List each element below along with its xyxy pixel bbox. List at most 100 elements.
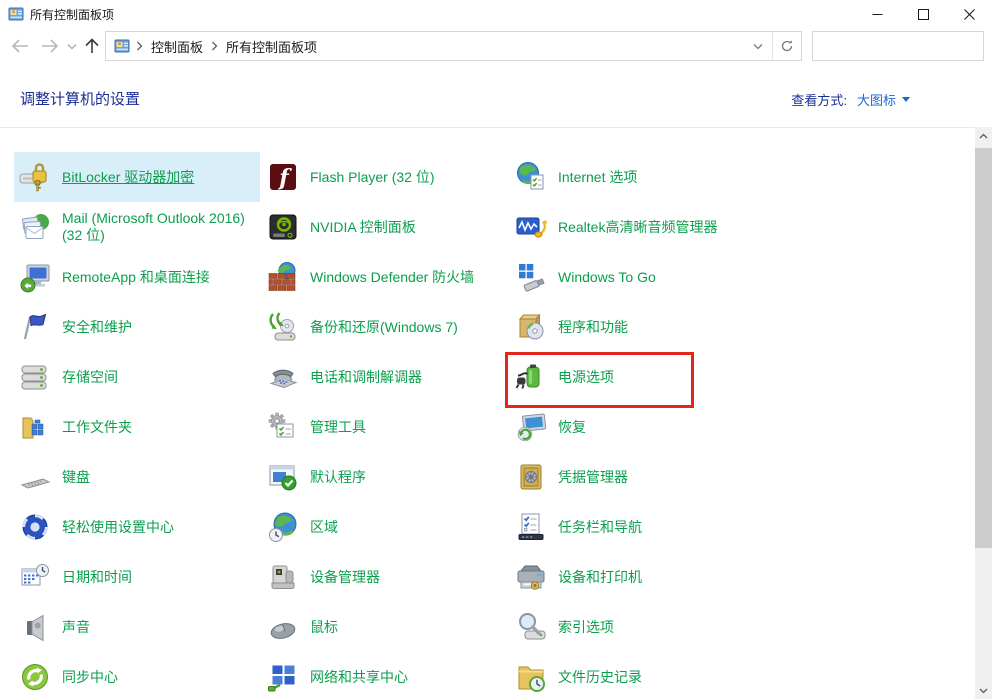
window-title: 所有控制面板项 (30, 6, 114, 23)
control-panel-item[interactable]: BitLocker 驱动器加密 (14, 152, 260, 202)
control-panel-item[interactable]: 同步中心 (14, 652, 260, 699)
control-panel-item[interactable]: 电源选项 (510, 352, 756, 402)
control-panel-item[interactable]: 设备管理器 (262, 552, 508, 602)
nvidia-icon (267, 211, 299, 243)
control-panel-item[interactable]: Mail (Microsoft Outlook 2016) (32 位) (14, 202, 260, 252)
control-panel-item[interactable]: 恢复 (510, 402, 756, 452)
item-label: 安全和维护 (62, 319, 132, 336)
file-history-icon (515, 661, 547, 693)
realtek-audio-icon (515, 211, 547, 243)
item-label: NVIDIA 控制面板 (310, 219, 416, 236)
scrollbar-up-icon[interactable] (975, 127, 992, 144)
item-label: 设备管理器 (310, 569, 380, 586)
control-panel-item[interactable]: 工作文件夹 (14, 402, 260, 452)
mouse-icon (267, 611, 299, 643)
control-panel-item[interactable]: 文件历史记录 (510, 652, 756, 699)
control-panel-item[interactable]: 网络和共享中心 (262, 652, 508, 699)
control-panel-item[interactable]: 程序和功能 (510, 302, 756, 352)
phone-modem-icon (267, 361, 299, 393)
flash-player-icon: f (267, 161, 299, 193)
view-by-value[interactable]: 大图标 (857, 90, 896, 109)
sound-speaker-icon (19, 611, 51, 643)
control-panel-breadcrumb-icon (114, 38, 130, 54)
item-label: Mail (Microsoft Outlook 2016) (32 位) (62, 210, 260, 244)
control-panel-item[interactable]: 默认程序 (262, 452, 508, 502)
date-time-icon (19, 561, 51, 593)
control-panel-item[interactable]: Windows Defender 防火墙 (262, 252, 508, 302)
scrollbar-thumb[interactable] (975, 148, 992, 548)
address-bar[interactable]: 控制面板 所有控制面板项 (105, 31, 802, 61)
programs-features-icon (515, 311, 547, 343)
ease-of-access-icon (19, 511, 51, 543)
item-label: BitLocker 驱动器加密 (62, 169, 194, 186)
items-column: Internet 选项 Realtek高清晰音频管理器 Windows To Go 程… (510, 152, 756, 699)
control-panel-item[interactable]: 区域 (262, 502, 508, 552)
recovery-icon (515, 411, 547, 443)
search-input[interactable] (819, 33, 992, 59)
breadcrumb-all-items[interactable]: 所有控制面板项 (224, 37, 319, 56)
item-label: 文件历史记录 (558, 669, 642, 686)
control-panel-item[interactable]: NVIDIA 控制面板 (262, 202, 508, 252)
control-panel-item[interactable]: 轻松使用设置中心 (14, 502, 260, 552)
item-label: 设备和打印机 (558, 569, 642, 586)
control-panel-item[interactable]: RemoteApp 和桌面连接 (14, 252, 260, 302)
item-label: 备份和还原(Windows 7) (310, 319, 458, 336)
control-panel-item[interactable]: 存储空间 (14, 352, 260, 402)
item-label: Flash Player (32 位) (310, 169, 434, 186)
work-folders-icon (19, 411, 51, 443)
view-by-control: 查看方式: 大图标 (791, 90, 910, 109)
control-panel-item[interactable]: 备份和还原(Windows 7) (262, 302, 508, 352)
item-label: 电源选项 (558, 369, 614, 386)
search-box[interactable] (812, 31, 984, 61)
control-panel-item[interactable]: 鼠标 (262, 602, 508, 652)
power-options-icon (515, 361, 547, 393)
item-label: Windows To Go (558, 269, 656, 286)
refresh-icon[interactable] (773, 32, 801, 60)
scrollbar-down-icon[interactable] (975, 682, 992, 699)
control-panel-item[interactable]: 声音 (14, 602, 260, 652)
indexing-options-icon (515, 611, 547, 643)
item-label: 区域 (310, 519, 338, 536)
control-panel-item[interactable]: 管理工具 (262, 402, 508, 452)
control-panel-item[interactable]: Windows To Go (510, 252, 756, 302)
item-label: 任务栏和导航 (558, 519, 642, 536)
bitlocker-drive-lock-icon (19, 161, 51, 193)
item-label: 凭据管理器 (558, 469, 628, 486)
back-button[interactable] (6, 28, 34, 64)
control-panel-item[interactable]: 电话和调制解调器 (262, 352, 508, 402)
windows-defender-firewall-icon (267, 261, 299, 293)
close-button[interactable] (946, 0, 992, 28)
recent-pages-chevron-icon[interactable] (62, 28, 82, 64)
view-by-dropdown-triangle-icon[interactable] (902, 97, 910, 102)
item-label: 电话和调制解调器 (310, 369, 422, 386)
control-panel-item[interactable]: 设备和打印机 (510, 552, 756, 602)
chevron-right-icon (136, 41, 143, 51)
storage-spaces-icon (19, 361, 51, 393)
view-by-label: 查看方式: (791, 90, 847, 109)
control-panel-item[interactable]: Realtek高清晰音频管理器 (510, 202, 756, 252)
control-panel-item[interactable]: 日期和时间 (14, 552, 260, 602)
item-label: 工作文件夹 (62, 419, 132, 436)
control-panel-item[interactable]: f Flash Player (32 位) (262, 152, 508, 202)
control-panel-item[interactable]: 索引选项 (510, 602, 756, 652)
security-maintenance-flag-icon (19, 311, 51, 343)
control-panel-item[interactable]: 任务栏和导航 (510, 502, 756, 552)
devices-printers-icon (515, 561, 547, 593)
control-panel-app-icon (8, 6, 24, 22)
item-label: Realtek高清晰音频管理器 (558, 219, 717, 236)
item-label: 管理工具 (310, 419, 366, 436)
windows-to-go-icon (515, 261, 547, 293)
control-panel-item[interactable]: 安全和维护 (14, 302, 260, 352)
region-globe-clock-icon (267, 511, 299, 543)
control-panel-item[interactable]: 凭据管理器 (510, 452, 756, 502)
breadcrumb-control-panel[interactable]: 控制面板 (149, 37, 205, 56)
maximize-button[interactable] (900, 0, 946, 28)
forward-button[interactable] (36, 28, 64, 64)
address-dropdown-chevron-icon[interactable] (744, 32, 772, 60)
minimize-button[interactable] (854, 0, 900, 28)
items-column: f Flash Player (32 位) NVIDIA 控制面板 Windows D… (262, 152, 508, 699)
control-panel-item[interactable]: Internet 选项 (510, 152, 756, 202)
vertical-scrollbar[interactable] (975, 127, 992, 699)
up-button[interactable] (80, 28, 104, 64)
control-panel-item[interactable]: 键盘 (14, 452, 260, 502)
